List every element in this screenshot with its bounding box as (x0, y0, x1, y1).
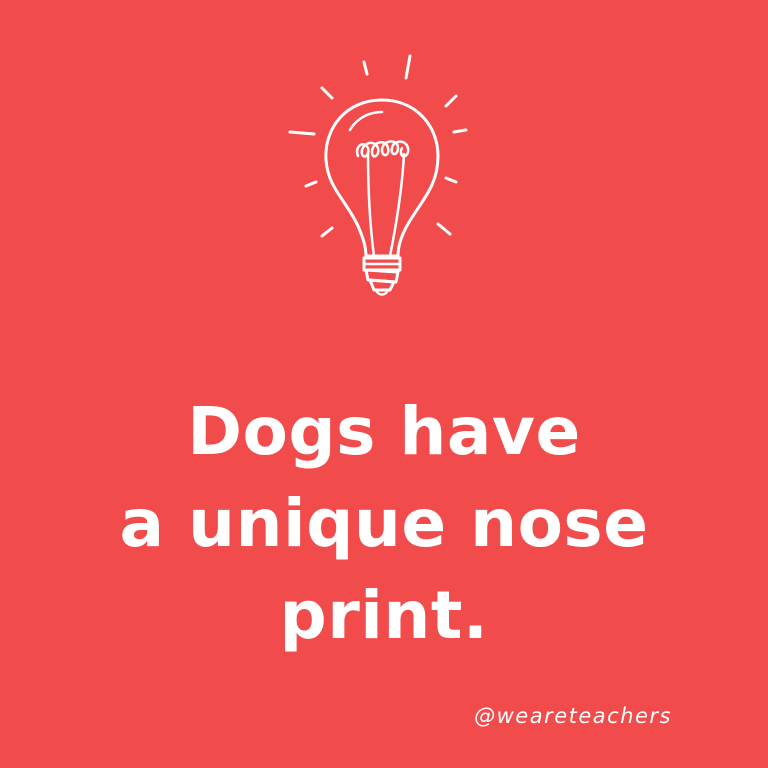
brand-handle: @weareteachers (474, 704, 672, 728)
fact-text: Dogs have a unique nose print. (34, 386, 734, 662)
fact-line-3: print. (279, 577, 489, 654)
lightbulb-icon (288, 54, 468, 296)
fact-card: Dogs have a unique nose print. @wearetea… (0, 0, 768, 768)
fact-line-2: a unique nose (119, 485, 649, 562)
fact-line-1: Dogs have (187, 393, 581, 470)
